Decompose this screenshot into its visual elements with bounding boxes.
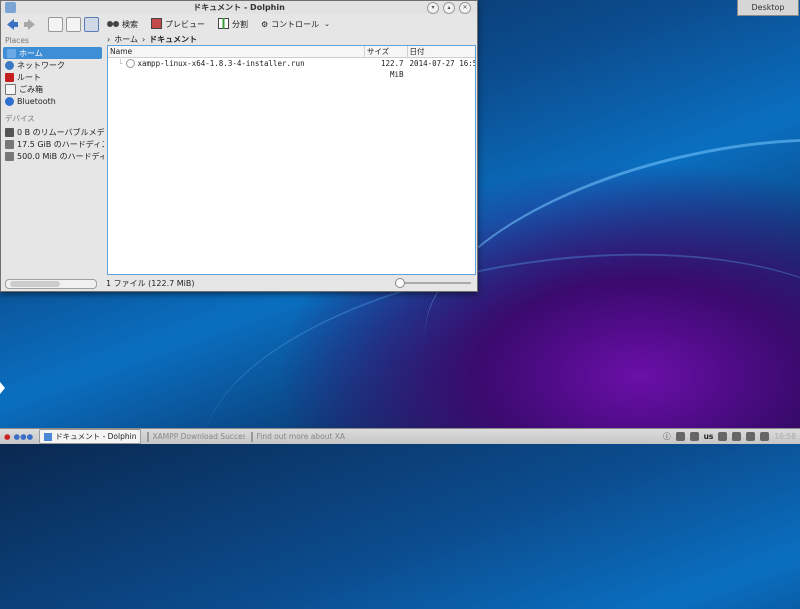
sidebar-item-home[interactable]: ホーム: [3, 47, 102, 59]
column-size[interactable]: サイズ: [365, 46, 408, 57]
title-bar[interactable]: ドキュメント - Dolphin ▾ ▴ ✕: [1, 1, 477, 14]
column-name[interactable]: Name: [108, 46, 365, 57]
taskbar: ● ●●● ドキュメント - Dolphin XAMPP Download Su…: [0, 428, 800, 444]
browser-icon: [147, 431, 150, 442]
close-icon[interactable]: ✕: [459, 2, 471, 14]
task-label: ドキュメント - Dolphin: [55, 432, 137, 441]
breadcrumb-current[interactable]: ドキュメント: [149, 34, 197, 45]
column-header: Name サイズ 日付: [108, 46, 475, 58]
volume-icon[interactable]: [732, 432, 742, 441]
sidebar-item-label: Bluetooth: [17, 96, 56, 106]
sidebar-item-bluetooth[interactable]: Bluetooth: [1, 95, 104, 107]
sidebar-item-label: 500.0 MiB のハードディス: [17, 151, 104, 161]
chevron-right-icon: ›: [141, 34, 146, 44]
minimize-icon[interactable]: ▾: [427, 2, 439, 14]
usb-drive-icon: [5, 127, 14, 137]
split-button[interactable]: 分割: [213, 16, 253, 32]
devices-header: デバイス: [5, 114, 35, 123]
sidebar-item-label: ホーム: [19, 48, 43, 58]
zoom-slider[interactable]: [395, 278, 471, 288]
sidebar-item-disk-1[interactable]: 17.5 GiB のハードディス: [1, 138, 104, 150]
clock[interactable]: 16:58: [774, 432, 796, 441]
file-icon: [125, 59, 135, 68]
task-label: XAMPP Download Success: [152, 432, 246, 441]
root-folder-icon: [5, 72, 14, 82]
toolbar: 検索 プレビュー 分割 ⚙ コントロール ⌄: [1, 14, 477, 34]
control-label: コントロール: [271, 19, 320, 29]
battery-icon[interactable]: [760, 432, 770, 441]
pager-icon: ●●●: [13, 432, 34, 441]
icons-view-icon[interactable]: [48, 16, 63, 32]
task-find-out[interactable]: Find out more about XAM: [247, 430, 345, 443]
info-icon[interactable]: ⓘ: [663, 431, 671, 442]
breadcrumb: › ホーム › ドキュメント: [107, 33, 197, 45]
binoculars-icon: [107, 18, 119, 30]
sidebar-scrollbar[interactable]: [5, 279, 97, 289]
sidebar-item-network[interactable]: ネットワーク: [1, 59, 104, 71]
trash-icon: [5, 83, 16, 95]
network-icon[interactable]: [689, 432, 699, 441]
sidebar-item-label: ネットワーク: [17, 60, 65, 70]
preview-label: プレビュー: [165, 19, 205, 29]
sidebar-item-label: ルート: [17, 72, 41, 82]
tree-line-icon: └: [118, 59, 123, 68]
file-size: 122.7 MiB: [380, 59, 404, 79]
bluetooth-icon: [5, 96, 14, 106]
sidebar-item-disk-2[interactable]: 500.0 MiB のハードディス: [1, 150, 104, 162]
places-header: Places: [5, 36, 29, 45]
clipboard-icon[interactable]: [718, 432, 728, 441]
zoom-slider-handle[interactable]: [395, 278, 405, 288]
globe-icon: [5, 60, 14, 70]
sidebar-item-trash[interactable]: ごみ箱: [1, 83, 104, 95]
preview-icon: [151, 17, 162, 31]
desktop-button[interactable]: Desktop: [737, 0, 799, 16]
user-icon[interactable]: [746, 432, 756, 441]
browser-icon: [251, 431, 254, 442]
maximize-icon[interactable]: ▴: [443, 2, 455, 14]
table-row[interactable]: └ xampp-linux-x64-1.8.3-4-installer.run …: [108, 58, 475, 79]
details-view-icon[interactable]: [84, 16, 99, 32]
back-icon[interactable]: [5, 17, 19, 31]
search-label: 検索: [122, 19, 138, 29]
mouse-cursor-icon: [0, 382, 5, 394]
file-view[interactable]: Name サイズ 日付 └ xampp-linux-x64-1.8.3-4-in…: [107, 45, 476, 275]
home-icon: [7, 48, 16, 58]
split-icon: [218, 17, 229, 31]
folder-icon: [44, 432, 53, 441]
window-title: ドキュメント - Dolphin: [193, 3, 285, 12]
sidebar-item-label: ごみ箱: [19, 84, 43, 94]
application-launcher[interactable]: ● ●●●: [0, 430, 37, 443]
preview-button[interactable]: プレビュー: [146, 16, 210, 32]
task-dolphin[interactable]: ドキュメント - Dolphin: [39, 429, 142, 444]
column-date[interactable]: 日付: [408, 46, 475, 57]
file-date: 2014-07-27 16:58: [409, 59, 475, 68]
system-tray: ⓘ us 16:58: [663, 430, 796, 443]
search-button[interactable]: 検索: [102, 16, 143, 32]
gear-icon: ⚙: [261, 19, 269, 29]
breadcrumb-home[interactable]: ホーム: [114, 34, 138, 45]
split-label: 分割: [232, 19, 248, 29]
control-button[interactable]: ⚙ コントロール ⌄: [256, 16, 335, 32]
compact-view-icon[interactable]: [66, 16, 81, 32]
task-label: Find out more about XAM: [256, 432, 346, 441]
dolphin-window: ドキュメント - Dolphin ▾ ▴ ✕ 検索 プレビュー 分割 ⚙ コント…: [0, 0, 478, 292]
hard-disk-icon: [5, 151, 14, 161]
keyboard-layout[interactable]: us: [704, 432, 714, 441]
sidebar-item-label: 17.5 GiB のハードディス: [17, 139, 104, 149]
file-name: xampp-linux-x64-1.8.3-4-installer.run: [137, 59, 305, 68]
forward-icon[interactable]: [22, 17, 36, 31]
task-xampp[interactable]: XAMPP Download Success: [143, 430, 245, 443]
chevron-down-icon: ⌄: [324, 20, 331, 28]
chevron-right-icon: ›: [107, 34, 111, 44]
kde-menu-icon: ●: [4, 432, 11, 441]
sidebar-item-root[interactable]: ルート: [1, 71, 104, 83]
display-icon[interactable]: [675, 432, 685, 441]
places-panel: Places ホーム ネットワーク ルート ごみ箱 Bluetooth デバイス…: [1, 34, 104, 270]
status-bar: 1 ファイル (122.7 MiB): [1, 276, 477, 290]
status-text: 1 ファイル (122.7 MiB): [106, 279, 195, 288]
sidebar-item-label: 0 B のリムーバブルメディ: [17, 127, 104, 137]
sidebar-item-removable[interactable]: 0 B のリムーバブルメディ: [1, 126, 104, 138]
hard-disk-icon: [5, 139, 14, 149]
